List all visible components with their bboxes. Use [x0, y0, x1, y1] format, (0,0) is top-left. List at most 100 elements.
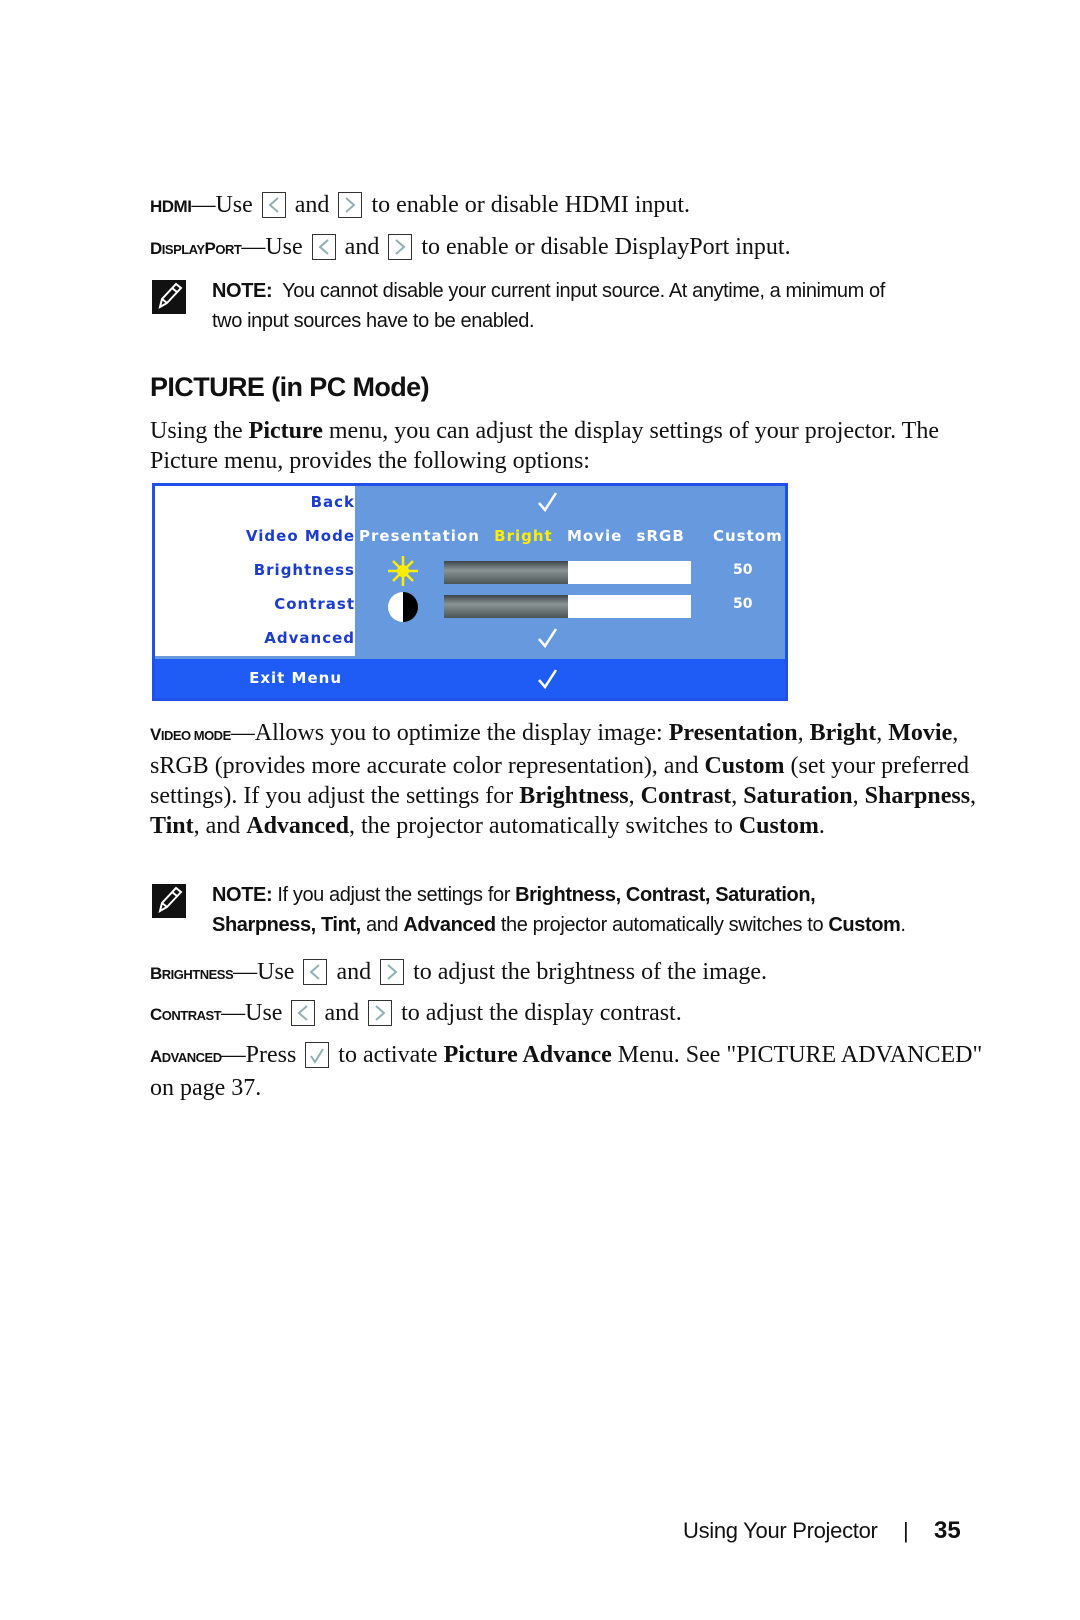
and-text: and — [294, 192, 330, 218]
and-text: and — [324, 1000, 360, 1026]
left-arrow-button-icon — [311, 234, 336, 260]
check-icon — [535, 490, 559, 519]
text: . — [818, 813, 825, 839]
video-mode-option[interactable]: sRGB — [637, 527, 685, 545]
lead-small: ONTRAST — [161, 1008, 222, 1023]
bold-text: Custom — [704, 753, 785, 779]
brightness-slider[interactable] — [444, 561, 691, 584]
osd-label: Exit Menu — [249, 669, 342, 687]
note-text: NOTE: If you adjust the settings for Bri… — [212, 880, 1012, 940]
lead-cap: B — [150, 964, 162, 983]
advanced-lead: ADVANCED — [150, 1047, 222, 1066]
contrast-slider[interactable] — [444, 595, 691, 618]
footer-separator: | — [903, 1518, 909, 1543]
note-label: NOTE: — [212, 280, 273, 302]
contrast-description: to adjust the display contrast. — [401, 1000, 682, 1026]
right-arrow-button-icon — [338, 192, 363, 218]
use-text: —Use — [221, 1000, 283, 1026]
text: , — [970, 783, 977, 809]
brightness-description: to adjust the brightness of the image. — [413, 959, 768, 985]
lead-small: RIGHTNESS — [161, 967, 234, 982]
contrast-lead: CONTRAST — [150, 1005, 222, 1024]
advanced-paragraph: ADVANCED—Press to activate Picture Advan… — [150, 1040, 990, 1103]
note-line: You cannot disable your current input so… — [282, 280, 885, 302]
text: If you adjust the settings for — [272, 884, 516, 906]
left-arrow-button-icon — [303, 959, 328, 985]
lead-cap: A — [150, 1047, 162, 1066]
right-arrow-button-icon — [368, 1000, 393, 1026]
bold-text: Picture Advance — [443, 1042, 612, 1068]
text: and — [360, 914, 404, 936]
video-mode-options: Presentation Bright Movie sRGB Custom — [359, 527, 791, 545]
bold-text: Custom — [828, 914, 901, 936]
note-label: NOTE: — [212, 884, 273, 906]
bold-text: Brightness — [519, 783, 629, 809]
osd-row-exit-menu[interactable]: Exit Menu — [155, 659, 785, 698]
bold-text: Movie — [888, 720, 953, 746]
text: —Allows you to optimize the display imag… — [230, 720, 669, 746]
osd-label: Video Mode — [245, 527, 355, 545]
brightness-line: BRIGHTNESS—Use and to adjust the brightn… — [150, 957, 767, 990]
text: . — [900, 914, 906, 936]
video-mode-lead: VIDEO MODE — [150, 725, 231, 744]
text: the projector automatically switches to — [495, 914, 829, 936]
lead-small: DVANCED — [161, 1050, 222, 1065]
osd-label: Advanced — [264, 629, 355, 647]
use-text: —Use — [233, 959, 295, 985]
left-arrow-button-icon — [261, 192, 286, 218]
bold-text: Advanced — [403, 914, 496, 936]
video-mode-option-selected[interactable]: Bright — [494, 527, 553, 545]
pencil-note-icon — [152, 884, 186, 918]
video-mode-option[interactable]: Movie — [567, 527, 622, 545]
video-mode-option[interactable]: Presentation — [359, 527, 480, 545]
osd-row-back[interactable]: Back — [155, 486, 785, 520]
video-mode-paragraph: VIDEO MODE—Allows you to optimize the di… — [150, 718, 990, 841]
contrast-line: CONTRAST—Use and to adjust the display c… — [150, 998, 682, 1031]
osd-row-advanced[interactable]: Advanced — [155, 622, 785, 656]
and-text: and — [344, 234, 380, 260]
and-text: and — [336, 959, 372, 985]
use-text: —Use — [191, 192, 253, 218]
osd-row-brightness[interactable]: Brightness 50 — [155, 554, 785, 588]
bold-text: Picture — [248, 418, 323, 444]
text: , — [731, 783, 744, 809]
lead-cap: P — [204, 239, 216, 258]
lead-small: ISPLAY — [161, 242, 205, 257]
picture-osd-menu: Back Video Mode Presentation Bright Movi… — [152, 483, 788, 701]
displayport-description: to enable or disable DisplayPort input. — [421, 234, 791, 260]
text: to activate — [332, 1042, 444, 1068]
displayport-lead: DISPLAYPORT — [150, 239, 242, 258]
bold-text: Presentation — [668, 720, 798, 746]
lead-small: ORT — [215, 242, 242, 257]
use-text: —Use — [241, 234, 303, 260]
brightness-value: 50 — [733, 562, 753, 578]
bold-text: Advanced — [246, 813, 349, 839]
bold-text: Saturation — [743, 783, 853, 809]
osd-row-video-mode[interactable]: Video Mode Presentation Bright Movie sRG… — [155, 520, 785, 554]
bold-text: Tint — [150, 813, 194, 839]
text: , and — [193, 813, 247, 839]
hdmi-lead: HDMI — [150, 197, 192, 216]
right-arrow-button-icon — [388, 234, 413, 260]
bold-text: Sharpness — [864, 783, 971, 809]
note-line: two input sources have to be enabled. — [212, 310, 535, 332]
hdmi-description: to enable or disable HDMI input. — [371, 192, 691, 218]
lead-small: IDEO MODE — [160, 728, 231, 743]
bold-text: Sharpness, Tint, — [212, 914, 361, 936]
bold-text: Brightness, Contrast, Saturation, — [515, 884, 816, 906]
check-button-icon — [305, 1042, 330, 1068]
check-icon — [535, 626, 559, 655]
section-title: PICTURE (in PC Mode) — [150, 372, 430, 402]
press-text: —Press — [221, 1042, 297, 1068]
lead-cap: D — [150, 239, 162, 258]
brightness-slider-fill — [444, 561, 568, 584]
pencil-note-icon — [152, 280, 186, 314]
bold-text: Custom — [738, 813, 819, 839]
footer-chapter-title: Using Your Projector — [683, 1518, 878, 1543]
osd-row-contrast[interactable]: Contrast 50 — [155, 588, 785, 622]
video-mode-option[interactable]: Custom — [713, 527, 783, 545]
contrast-value: 50 — [733, 596, 753, 612]
text: Using the — [150, 418, 249, 444]
text: , — [876, 720, 889, 746]
displayport-line: DISPLAYPORT—Use and to enable or disable… — [150, 232, 791, 265]
